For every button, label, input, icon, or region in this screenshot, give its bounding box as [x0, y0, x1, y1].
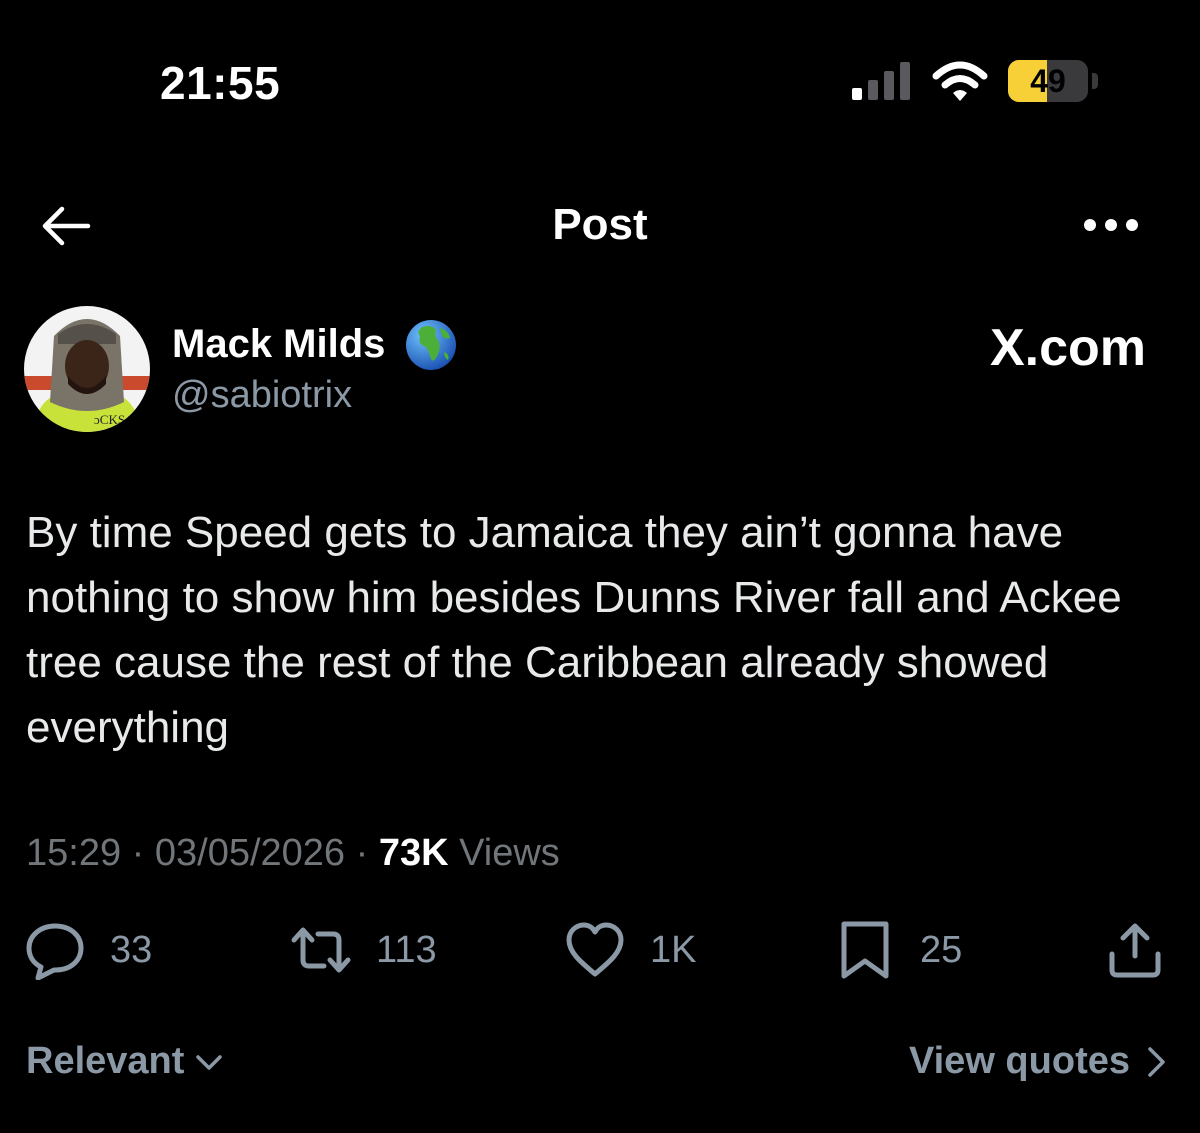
repost-button[interactable]: 113	[290, 920, 437, 980]
avatar-image: ɔCKS	[24, 306, 150, 432]
battery-level: 49	[1030, 63, 1066, 99]
heart-icon	[566, 922, 624, 977]
share-icon	[1109, 923, 1161, 978]
post-date: 03/05/2026	[154, 832, 346, 874]
meta-separator: ·	[131, 832, 145, 874]
chevron-down-icon	[196, 1054, 223, 1070]
bookmark-count: 25	[920, 928, 963, 971]
cellular-signal-icon	[852, 62, 910, 100]
page-title: Post	[552, 200, 648, 249]
bookmark-button[interactable]: 25	[834, 920, 962, 980]
post-text: By time Speed gets to Jamaica they ain’t…	[26, 508, 1122, 752]
battery-indicator: 49	[1008, 60, 1098, 102]
battery-nub	[1092, 73, 1098, 89]
view-quotes-label: View quotes	[908, 1040, 1130, 1082]
view-quotes-link[interactable]: View quotes	[909, 1040, 1170, 1083]
share-button[interactable]	[1104, 920, 1166, 980]
globe-emoji-icon	[406, 320, 456, 370]
repost-icon	[291, 927, 351, 973]
status-time: 21:55	[160, 57, 281, 109]
chevron-right-icon	[1148, 1046, 1165, 1077]
reply-icon	[26, 923, 84, 980]
like-count: 1K	[650, 928, 697, 971]
like-button[interactable]: 1K	[564, 920, 696, 980]
reply-count: 33	[110, 928, 153, 971]
avatar[interactable]: ɔCKS	[24, 306, 150, 432]
post-time: 15:29	[26, 832, 122, 874]
sort-replies-dropdown[interactable]: Relevant	[26, 1040, 224, 1083]
sort-label: Relevant	[26, 1040, 185, 1082]
wifi-icon	[932, 61, 988, 101]
repost-count: 113	[376, 928, 437, 971]
author-display-name[interactable]: Mack Milds	[172, 322, 385, 367]
views-count: 73K	[378, 832, 449, 874]
views-label: Views	[459, 832, 560, 874]
more-horizontal-icon[interactable]	[1080, 210, 1142, 240]
post-metadata: 15:29 · 03/05/2026 · 73K Views	[26, 832, 560, 875]
author-handle[interactable]: @sabiotrix	[172, 374, 352, 417]
reply-button[interactable]: 33	[24, 920, 152, 980]
bookmark-icon	[841, 921, 889, 979]
svg-text:ɔCKS: ɔCKS	[94, 412, 125, 427]
meta-separator: ·	[355, 832, 369, 874]
xcom-watermark: X.com	[989, 319, 1146, 377]
